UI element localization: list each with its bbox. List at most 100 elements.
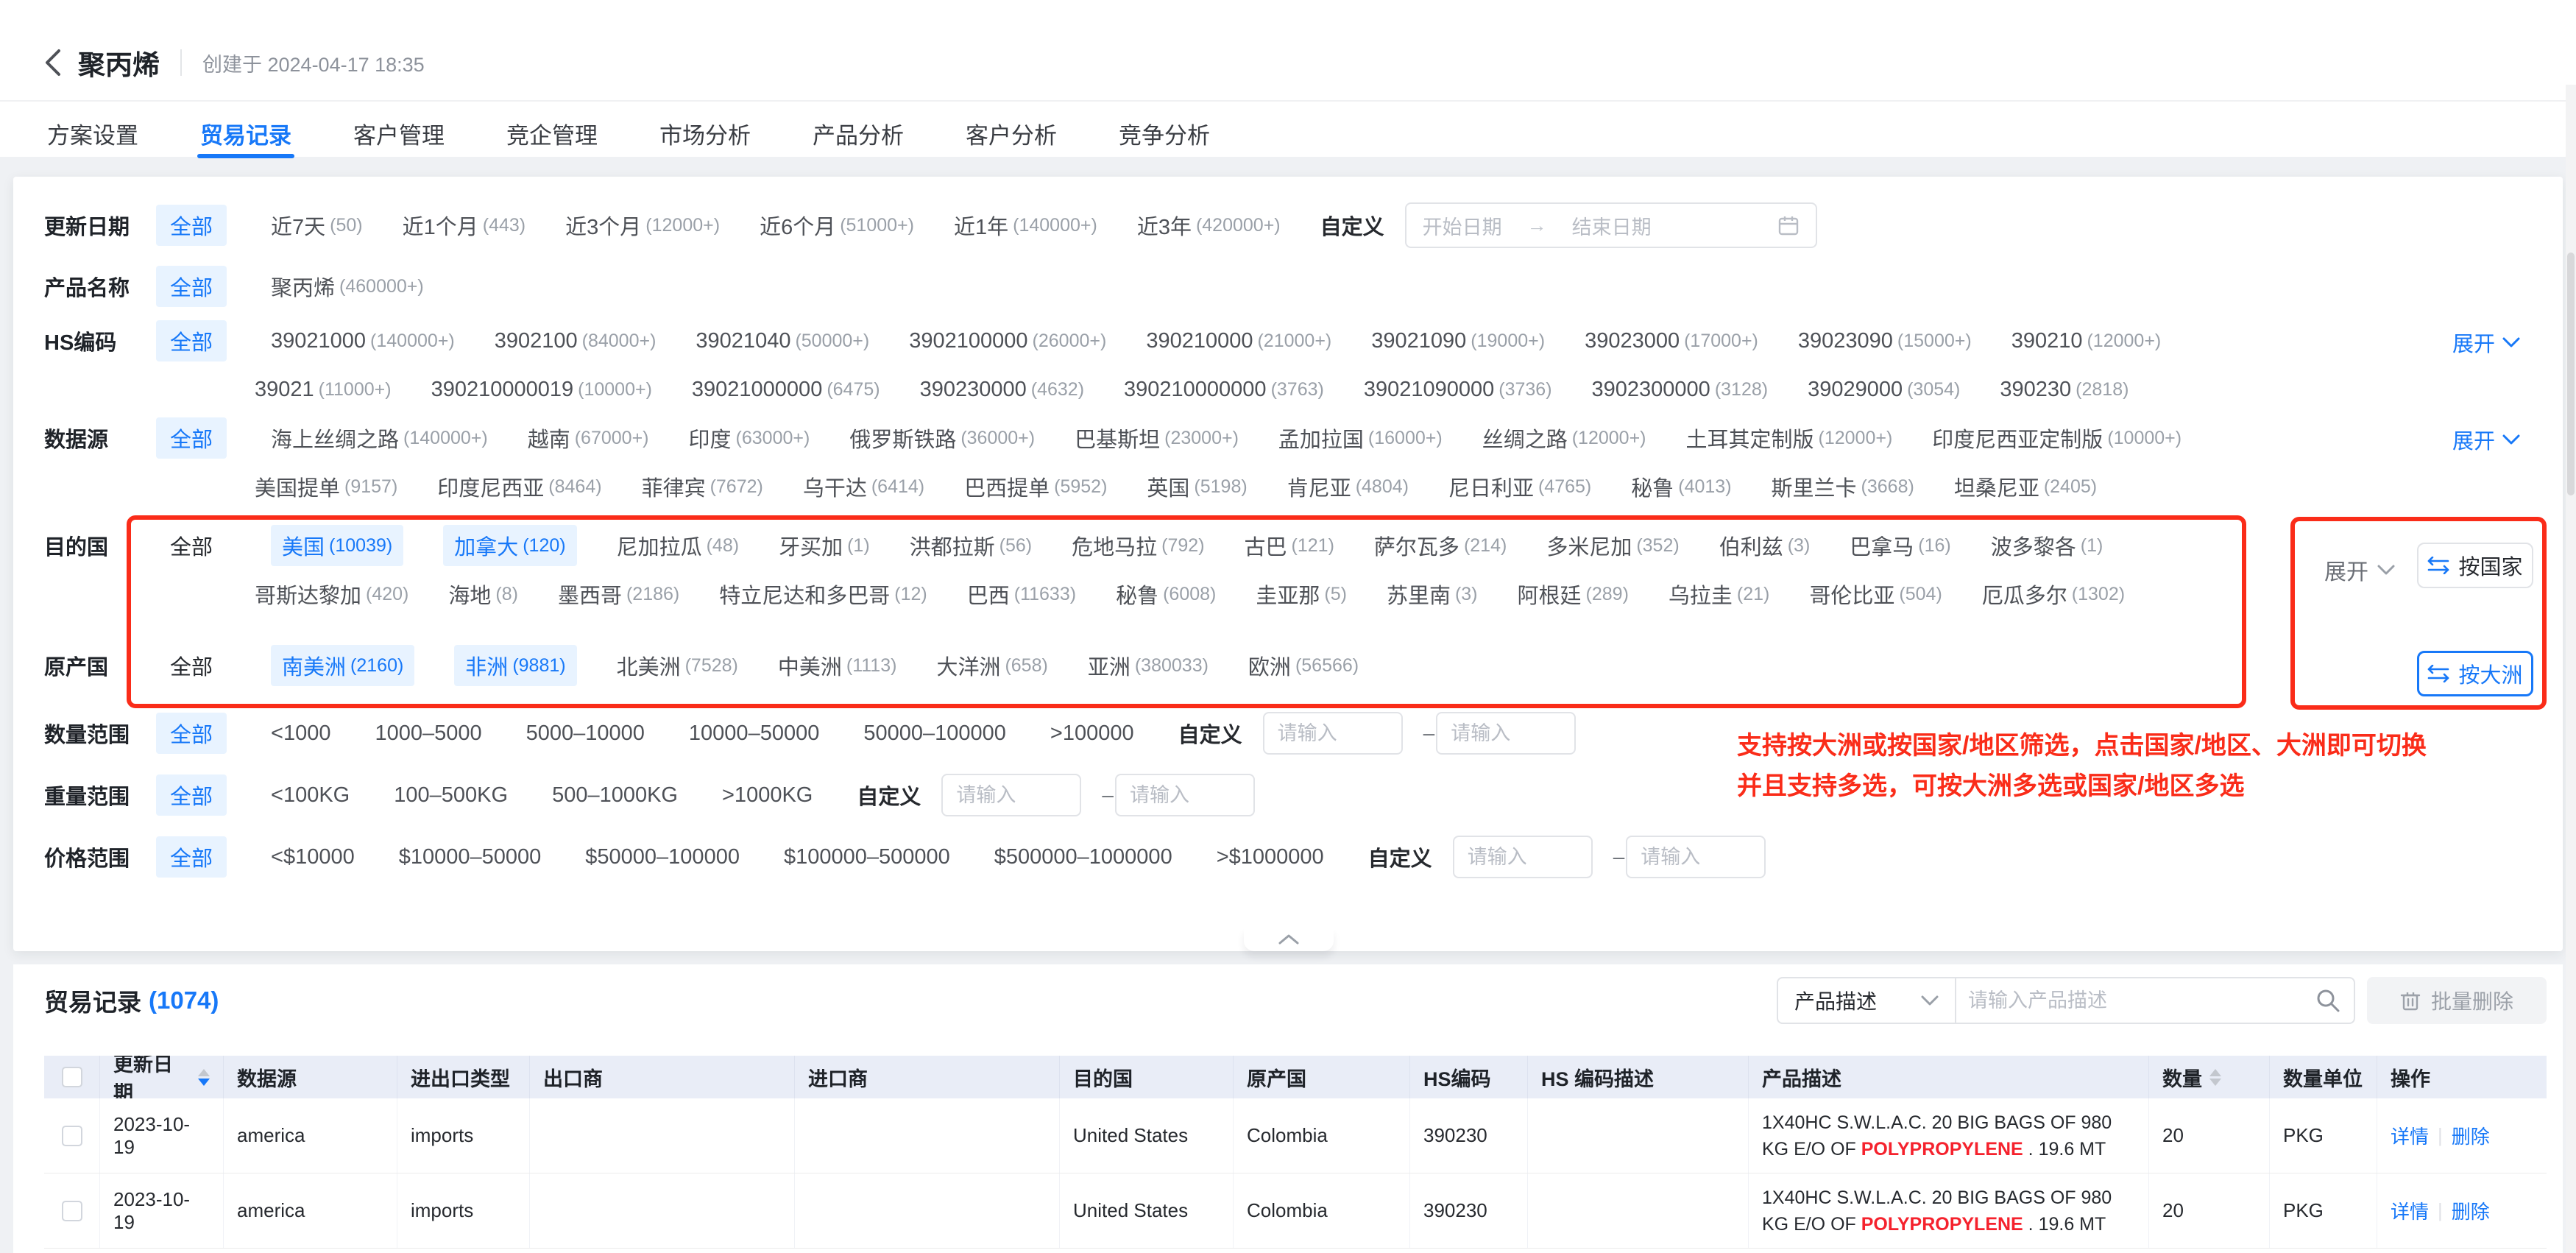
filter-option[interactable]: 俄罗斯铁路(36000+) [849, 423, 1035, 453]
tab-plan-settings[interactable]: 方案设置 [44, 110, 141, 157]
filter-option[interactable]: 390210000019(10000+) [431, 378, 652, 402]
sort-icons[interactable] [198, 1069, 210, 1086]
tab-competitor-management[interactable]: 竞企管理 [503, 110, 601, 157]
filter-option[interactable]: 古巴(121) [1245, 530, 1334, 561]
filter-option[interactable]: 土耳其定制版(12000+) [1686, 423, 1893, 453]
column-header-update-date[interactable]: 更新日期 [100, 1056, 224, 1098]
filter-option[interactable]: 39029000(3054) [1808, 378, 1960, 402]
sort-icons[interactable] [2209, 1069, 2221, 1086]
tab-product-analysis[interactable]: 产品分析 [810, 110, 907, 157]
filter-option[interactable]: 美国(10039) [271, 525, 403, 566]
filter-option[interactable]: 印度(63000+) [689, 423, 810, 453]
filter-option[interactable]: 特立尼达和多巴哥(12) [719, 579, 927, 610]
scrollbar-thumb[interactable] [2567, 253, 2575, 495]
filter-option[interactable]: 尼加拉瓜(48) [617, 530, 739, 561]
filter-option[interactable]: 39021090(19000+) [1371, 329, 1545, 353]
filter-option[interactable]: >$1000000 [1217, 845, 1328, 869]
tab-customer-management[interactable]: 客户管理 [350, 110, 447, 157]
back-chevron-icon[interactable] [43, 48, 62, 77]
filter-option[interactable]: 390230000(4632) [920, 378, 1084, 402]
filter-option[interactable]: 39021000(140000+) [271, 329, 455, 353]
filter-option[interactable]: 厄瓜多尔(1302) [1982, 579, 2125, 610]
filter-option[interactable]: 3902300000(3128) [1592, 378, 1769, 402]
custom-range-label[interactable]: 自定义 [1178, 718, 1242, 749]
filter-option[interactable]: $10000–50000 [399, 845, 546, 869]
tab-trade-records[interactable]: 贸易记录 [197, 110, 294, 157]
filter-option[interactable]: 阿根廷(289) [1518, 579, 1629, 610]
column-header-quantity[interactable]: 数量 [2149, 1056, 2270, 1098]
filter-option[interactable]: 圭亚那(5) [1256, 579, 1347, 610]
filter-option[interactable]: 印度尼西亚(8464) [437, 471, 601, 502]
filter-option[interactable]: >1000KG [722, 783, 817, 808]
filter-option[interactable]: 39023090(15000+) [1798, 329, 1972, 353]
filter-option[interactable]: 近3年(420000+) [1137, 210, 1281, 241]
filter-all-chip[interactable]: 全部 [156, 774, 227, 816]
filter-option[interactable]: 波多黎各(1) [1991, 530, 2103, 561]
filter-all-chip[interactable]: 全部 [156, 205, 227, 246]
filter-option[interactable]: 乌干达(6414) [803, 471, 924, 502]
filter-option[interactable]: 北美洲(7528) [617, 650, 738, 681]
filter-option[interactable]: 中美洲(1113) [778, 650, 897, 681]
filter-option[interactable]: 欧洲(56566) [1248, 650, 1359, 681]
filter-option[interactable]: 苏里南(3) [1387, 579, 1478, 610]
filter-option[interactable]: 洪都拉斯(56) [910, 530, 1032, 561]
filter-option[interactable]: 聚丙烯(460000+) [271, 271, 424, 302]
destination-expand-link[interactable]: 展开 [2324, 554, 2395, 586]
weight-max-input[interactable] [1115, 774, 1255, 816]
filter-option[interactable]: 巴西提单(5952) [964, 471, 1107, 502]
filter-option[interactable]: 斯里兰卡(3668) [1772, 471, 1914, 502]
filter-option[interactable]: 近1年(140000+) [954, 210, 1097, 241]
filter-option[interactable]: 500–1000KG [552, 783, 682, 808]
select-all-checkbox[interactable] [62, 1067, 82, 1087]
price-min-input[interactable] [1453, 836, 1593, 878]
data-source-expand-link[interactable]: 展开 [2452, 426, 2520, 453]
filter-option[interactable]: 菲律宾(7672) [642, 471, 763, 502]
row-checkbox[interactable] [62, 1201, 82, 1221]
delete-link[interactable]: 删除 [2452, 1122, 2490, 1149]
switch-by-continent-button[interactable]: 按大洲 [2417, 651, 2533, 696]
end-date-input[interactable]: 结束日期 [1572, 211, 1652, 240]
filter-option[interactable]: 坦桑尼亚(2405) [1954, 471, 2097, 502]
date-range-picker[interactable]: 开始日期 → 结束日期 [1405, 202, 1817, 248]
filter-all-chip[interactable]: 全部 [156, 525, 227, 566]
filter-option[interactable]: 1000–5000 [375, 721, 486, 746]
start-date-input[interactable]: 开始日期 [1423, 211, 1502, 240]
filter-option[interactable]: 非洲(9881) [454, 645, 576, 686]
quantity-max-input[interactable] [1436, 712, 1576, 755]
filter-option[interactable]: 孟加拉国(16000+) [1278, 423, 1443, 453]
filter-option[interactable]: 大洋洲(658) [936, 650, 1047, 681]
filter-option[interactable]: 萨尔瓦多(214) [1374, 530, 1507, 561]
filter-option[interactable]: 丝绸之路(12000+) [1482, 423, 1646, 453]
quantity-min-input[interactable] [1263, 712, 1403, 755]
filter-option[interactable]: 巴基斯坦(23000+) [1075, 423, 1239, 453]
filter-option[interactable]: 390210000(21000+) [1146, 329, 1331, 353]
filter-option[interactable]: <100KG [271, 783, 354, 808]
filter-option[interactable]: 5000–10000 [526, 721, 649, 746]
detail-link[interactable]: 详情 [2391, 1197, 2429, 1224]
batch-delete-button[interactable]: 批量删除 [2367, 977, 2547, 1024]
filter-option[interactable]: 肯尼亚(4804) [1287, 471, 1409, 502]
price-max-input[interactable] [1626, 836, 1766, 878]
custom-range-label[interactable]: 自定义 [1368, 841, 1432, 872]
filter-option[interactable]: <1000 [271, 721, 335, 746]
filter-option[interactable]: 哥伦比亚(504) [1809, 579, 1942, 610]
filter-option[interactable]: $100000–500000 [784, 845, 955, 869]
filter-option[interactable]: 尼日利亚(4765) [1448, 471, 1591, 502]
filter-all-chip[interactable]: 全部 [156, 645, 227, 686]
filter-option[interactable]: 39021040(50000+) [696, 329, 869, 353]
filter-all-chip[interactable]: 全部 [156, 713, 227, 754]
filter-option[interactable]: $500000–1000000 [994, 845, 1177, 869]
filter-option[interactable]: 南美洲(2160) [271, 645, 414, 686]
filter-option[interactable]: 多米尼加(352) [1546, 530, 1679, 561]
row-checkbox[interactable] [62, 1126, 82, 1146]
filter-option[interactable]: 秘鲁(6008) [1116, 579, 1216, 610]
filter-option[interactable]: 390210000000(3763) [1124, 378, 1324, 402]
filter-option[interactable]: 100–500KG [394, 783, 512, 808]
filter-option[interactable]: 越南(67000+) [528, 423, 649, 453]
scrollbar[interactable] [2566, 85, 2576, 1253]
collapse-filter-panel-button[interactable] [1244, 928, 1334, 951]
filter-all-chip[interactable]: 全部 [156, 836, 227, 878]
filter-all-chip[interactable]: 全部 [156, 266, 227, 307]
filter-option[interactable]: 哥斯达黎加(420) [255, 579, 408, 610]
custom-range-label[interactable]: 自定义 [857, 780, 921, 811]
